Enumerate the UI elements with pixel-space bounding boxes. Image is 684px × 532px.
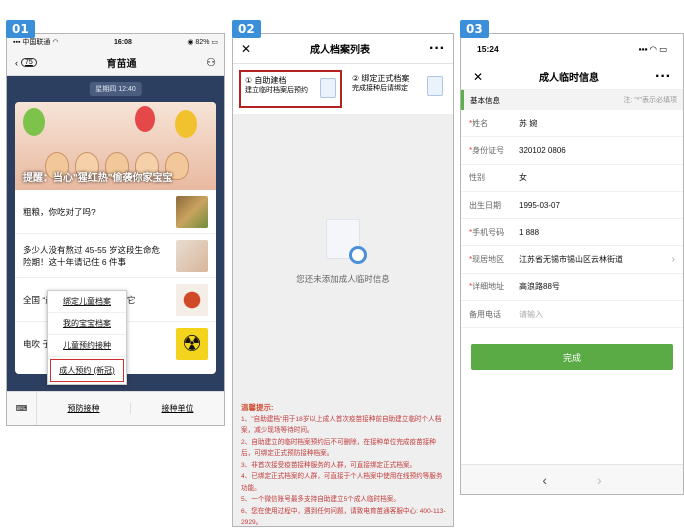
tips-block: 温馨提示: 1、"自助建档"用于18岁以上成人首次疫苗接种前自助建立临时个人档案… — [241, 402, 447, 527]
record-options: ① 自助建档 建立临时档案后预约 ② 绑定正式档案 完成接种后请绑定 — [233, 64, 453, 114]
step-tag-2: 02 — [232, 20, 261, 38]
empty-message: 您还未添加成人临时信息 — [296, 274, 390, 284]
field-address[interactable]: *详细地址 高浪路88号 — [461, 274, 683, 302]
status-time: 16:08 — [113, 38, 132, 46]
chevron-left-icon[interactable]: ‹ — [542, 472, 547, 488]
tab-vaccination[interactable]: 预防接种 — [37, 403, 131, 414]
chat-timestamp: 星期四 12:40 — [89, 82, 142, 96]
field-label: 详细地址 — [472, 282, 505, 292]
list-nav: ✕ 成人档案列表 ··· — [233, 34, 453, 64]
screen-adult-record-list: ✕ 成人档案列表 ··· ① 自助建档 建立临时档案后预约 ② 绑定正式档案 完… — [232, 33, 454, 527]
submit-button[interactable]: 完成 — [471, 344, 673, 371]
field-label: 性别 — [469, 173, 485, 183]
close-icon[interactable]: ✕ — [241, 42, 251, 56]
field-region[interactable]: *现居地区 江苏省无锡市锡山区云林街道 › — [461, 246, 683, 274]
field-placeholder: 请输入 — [519, 309, 543, 319]
field-label: 出生日期 — [469, 200, 501, 210]
tip-line: 3、非首次接受疫苗接种服务的人群，可直接绑定正式档案。 — [241, 461, 417, 469]
signal-wifi-battery-icon: ▪▪▪ ◠ ▭ — [638, 43, 667, 54]
field-phone[interactable]: *手机号码 1 888 — [461, 219, 683, 247]
empty-search-icon — [326, 219, 367, 264]
tab-vaccination-unit[interactable]: 接种单位 — [131, 403, 224, 414]
section-label: 基本信息 — [470, 95, 500, 105]
close-icon[interactable]: ✕ — [473, 70, 483, 84]
more-icon[interactable]: ··· — [429, 40, 445, 58]
person-icon[interactable]: ⚇ — [206, 56, 216, 69]
section-header: 基本信息 注: "*"表示必填项 — [461, 90, 683, 110]
id-card-icon — [427, 76, 443, 96]
article-item[interactable]: 粗粮，你吃对了吗? — [15, 190, 216, 234]
article-item[interactable]: 多少人没有熬过 45-55 岁这段生命危险期！这十年请记住 6 件事 — [15, 234, 216, 278]
tips-title: 温馨提示: — [241, 403, 274, 412]
tip-line: 1、"自助建档"用于18岁以上成人首次疫苗接种前自助建立临时个人档案，减少现场等… — [241, 415, 442, 435]
bind-record-option[interactable]: ② 绑定正式档案 完成接种后请绑定 — [348, 70, 447, 108]
tip-line: 6、您在使用过程中，遇到任何问题，请致电育苗通客服中心: 400-113-292… — [241, 507, 446, 527]
article-banner[interactable]: 提醒：当心"猩红热"偷袭你家宝宝 — [15, 102, 216, 190]
carrier-label: 中国联通 — [22, 39, 51, 46]
page-title: 成人临时信息 — [539, 73, 600, 84]
page-title: 成人档案列表 — [310, 45, 371, 56]
field-gender[interactable]: 性别 女 — [461, 165, 683, 192]
field-value: 苏 婉 — [519, 118, 538, 128]
chat-title: 育苗通 — [106, 59, 137, 70]
screen-wechat-chat: ▪▪▪ 中国联通 ◠ 16:08 ◉ 82% ▭ ‹ 75 育苗通 ⚇ 星期四 1… — [6, 33, 225, 426]
article-thumbnail — [176, 283, 208, 316]
article-thumbnail — [176, 239, 208, 272]
screen-adult-temp-info: 15:24 ▪▪▪ ◠ ▭ ✕ 成人临时信息 ··· 基本信息 注: "*"表示… — [460, 33, 684, 495]
battery-label: 82% — [195, 39, 210, 46]
location-icon: ◉ — [187, 39, 194, 46]
step-tag-1: 01 — [6, 20, 35, 38]
chevron-left-icon: ‹ — [15, 57, 18, 68]
field-value: 女 — [519, 173, 527, 183]
field-label: 身份证号 — [472, 145, 505, 155]
article-title: 粗粮，你吃对了吗? — [23, 206, 96, 217]
field-label: 姓名 — [472, 118, 489, 128]
required-note: 注: "*"表示必填项 — [623, 97, 677, 104]
menu-item-my-baby-record[interactable]: 我的宝宝档案 — [48, 313, 126, 335]
signal-icon: ▪▪▪ — [13, 39, 21, 46]
self-register-option[interactable]: ① 自助建档 建立临时档案后预约 — [239, 70, 342, 108]
more-icon[interactable]: ··· — [655, 68, 671, 86]
article-title: 多少人没有熬过 45-55 岁这段生命危险期！这十年请记住 6 件事 — [23, 244, 160, 267]
field-label: 备用电话 — [469, 309, 501, 319]
form-icon — [320, 78, 336, 98]
unread-count: 75 — [21, 58, 37, 67]
bottom-menu: ⌨ 预防接种 接种单位 — [7, 391, 224, 425]
field-value: 320102 0806 — [519, 145, 566, 155]
back-button[interactable]: ‹ 75 — [15, 58, 37, 68]
menu-item-child-appointment[interactable]: 儿童预约接种 — [48, 335, 126, 357]
status-time: 15:24 — [477, 44, 499, 54]
article-thumbnail — [176, 195, 208, 228]
field-backup-phone[interactable]: 备用电话 请输入 — [461, 301, 683, 329]
step-tag-3: 03 — [460, 20, 489, 38]
menu-popup: 绑定儿童档案 我的宝宝档案 儿童预约接种 成人预约 (新冠) — [47, 290, 127, 385]
battery-icon: ▭ — [211, 39, 218, 46]
field-value: 1 888 — [519, 227, 540, 237]
status-bar: 15:24 ▪▪▪ ◠ ▭ — [461, 34, 683, 64]
field-birth-date[interactable]: 出生日期 1995-03-07 — [461, 192, 683, 220]
tip-line: 4、已绑定正式档案的人群，可直接于个人档案中使用在线预约等服务功能。 — [241, 473, 443, 492]
keyboard-icon[interactable]: ⌨ — [7, 392, 37, 425]
field-label: 现居地区 — [472, 255, 505, 265]
tip-line: 5、一个微信账号最多支持自助建立5个成人临时档案。 — [241, 496, 400, 503]
menu-item-adult-appointment[interactable]: 成人预约 (新冠) — [50, 359, 124, 382]
radiation-icon: ☢ — [176, 328, 208, 360]
empty-state: 您还未添加成人临时信息 — [233, 219, 453, 285]
banner-caption: 提醒：当心"猩红热"偷袭你家宝宝 — [23, 173, 173, 184]
field-value: 高浪路88号 — [519, 282, 560, 292]
chevron-right-icon[interactable]: › — [597, 472, 602, 488]
field-value: 1995-03-07 — [519, 200, 560, 210]
tip-line: 2、自助建立的临时档案预约后不可删除，在接种单位完成疫苗接种后，可绑定正式预防接… — [241, 438, 436, 458]
wifi-icon: ◠ — [52, 39, 59, 46]
field-id-number[interactable]: *身份证号 320102 0806 — [461, 137, 683, 165]
field-label: 手机号码 — [472, 227, 505, 237]
chat-nav: ‹ 75 育苗通 ⚇ — [7, 50, 224, 76]
browser-nav: ‹ › — [461, 464, 683, 494]
form-nav: ✕ 成人临时信息 ··· — [461, 64, 683, 90]
menu-item-bind-child-record[interactable]: 绑定儿童档案 — [48, 291, 126, 313]
status-bar: ▪▪▪ 中国联通 ◠ 16:08 ◉ 82% ▭ — [7, 34, 224, 50]
field-value: 江苏省无锡市锡山区云林街道 — [519, 255, 623, 265]
chevron-right-icon: › — [671, 254, 675, 266]
field-name[interactable]: *姓名 苏 婉 — [461, 110, 683, 138]
